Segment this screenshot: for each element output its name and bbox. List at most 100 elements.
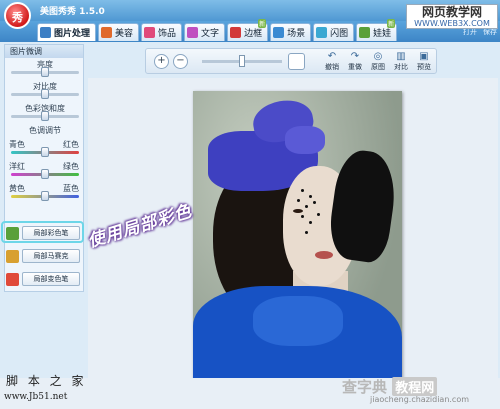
slider-row-0: 亮度 [5, 58, 83, 80]
tool-button-2[interactable]: ◎ 原图 [368, 51, 388, 72]
tool-button-4[interactable]: ▣ 预览 [414, 51, 434, 72]
app-logo: 秀 [4, 2, 31, 29]
color-right-label: 蓝色 [63, 184, 79, 193]
feature-button-label: 局部马赛克 [22, 249, 80, 263]
feature-button-label: 局部变色笔 [22, 272, 80, 286]
watermark-bottom-right-url: jiaocheng.chazidian.com [370, 395, 470, 404]
tool-icon: ▣ [419, 51, 429, 62]
brush-icon [6, 226, 19, 240]
tab-icon [359, 27, 371, 38]
color-left-label: 洋红 [9, 162, 25, 171]
color-slider-knob[interactable] [41, 147, 49, 157]
photo-dot [301, 189, 304, 192]
feature-button-1[interactable]: 局部马赛克 [6, 248, 80, 264]
color-slider-group: 青色 红色洋红 绿色黄色 蓝色 [5, 138, 83, 204]
photo-lips [315, 251, 333, 259]
watermark-bottom-right: 查字典 教程网 [342, 376, 438, 397]
photo-collar [253, 296, 343, 346]
tab-3[interactable]: 文字 [184, 23, 226, 41]
tool-icon: ↷ [350, 51, 360, 62]
tab-label: 美容 [115, 29, 134, 39]
photo-dot [313, 201, 316, 204]
color-slider-knob[interactable] [41, 191, 49, 201]
feature-button-2[interactable]: 局部变色笔 [6, 271, 80, 287]
photo-dot [297, 199, 300, 202]
tab-label: 饰品 [158, 29, 177, 39]
brush-icon [6, 272, 19, 286]
photo-dot [309, 221, 312, 224]
tab-list: 图片处理 美容 饰品 文字 边框新 场景 闪图 娃娃新 [37, 19, 398, 41]
tab-label: 文字 [201, 29, 220, 39]
photo-dot [305, 205, 308, 208]
slider-knob[interactable] [41, 111, 49, 121]
watermark-top: 网页教学网 WWW.WEB3X.COM [406, 4, 498, 29]
feature-button-0[interactable]: 局部彩色笔 [6, 225, 80, 241]
color-left-label: 青色 [9, 140, 25, 149]
color-left-label: 黄色 [9, 184, 25, 193]
tool-button-1[interactable]: ↷ 重做 [345, 51, 365, 72]
photo-dot [301, 215, 304, 218]
watermark-top-line2: WWW.WEB3X.COM [414, 19, 490, 28]
tool-label: 重做 [348, 63, 362, 71]
photo-dot [305, 231, 308, 234]
slider-group: 亮度 对比度 色彩饱和度 [5, 58, 83, 124]
watermark-top-line1: 网页教学网 [421, 5, 482, 19]
color-row-2: 黄色 蓝色 [5, 182, 83, 204]
photo-eye [293, 209, 303, 213]
color-right-label: 红色 [63, 140, 79, 149]
tab-2[interactable]: 饰品 [141, 23, 183, 41]
tab-label: 场景 [287, 29, 306, 39]
watermark-right-badge: 教程网 [392, 377, 438, 396]
feature-button-label: 局部彩色笔 [22, 226, 80, 240]
image-toolbar: + − ↶ 撤销 ↷ 重做 ◎ 原图 ▥ 对比 ▣ 预览 [145, 48, 437, 74]
photo-hat-bow [285, 126, 325, 154]
photo-canvas[interactable] [193, 91, 402, 400]
tab-4[interactable]: 边框新 [227, 19, 269, 41]
tab-icon [101, 27, 113, 38]
zoom-out-icon: − [176, 55, 185, 66]
slider-knob[interactable] [41, 89, 49, 99]
watermark-bottom-left: 脚 本 之 家 [6, 374, 87, 388]
tab-icon [316, 27, 328, 38]
tool-button-0[interactable]: ↶ 撤销 [322, 51, 342, 72]
panel-title: 图片微调 [5, 45, 83, 58]
tab-icon [144, 27, 156, 38]
color-row-0: 青色 红色 [5, 138, 83, 160]
tab-icon [273, 27, 285, 38]
tool-label: 撤销 [325, 63, 339, 71]
zoom-slider-knob[interactable] [239, 55, 245, 67]
tab-1[interactable]: 美容 [98, 23, 140, 41]
color-row-1: 洋红 绿色 [5, 160, 83, 182]
slider-row-1: 对比度 [5, 80, 83, 102]
tab-6[interactable]: 闪图 [313, 23, 355, 41]
watermark-bottom-left-url: www.Jb51.net [4, 392, 68, 402]
zoom-in-icon: + [157, 55, 166, 66]
zoom-out-button[interactable]: − [173, 54, 188, 69]
logo-text: 秀 [12, 11, 23, 24]
brush-icon [6, 249, 19, 263]
photo-dot [317, 213, 320, 216]
app-title: 美图秀秀 1.5.0 [40, 7, 105, 17]
slider-row-2: 色彩饱和度 [5, 102, 83, 124]
tool-button-3[interactable]: ▥ 对比 [391, 51, 411, 72]
tab-icon [187, 27, 199, 38]
tab-0[interactable]: 图片处理 [37, 23, 97, 41]
new-badge: 新 [387, 19, 396, 28]
tab-5[interactable]: 场景 [270, 23, 312, 41]
watermark-right-text: 查字典 [342, 378, 388, 396]
fit-screen-button[interactable] [288, 53, 305, 70]
color-right-label: 绿色 [63, 162, 79, 171]
new-badge: 新 [258, 19, 267, 28]
zoom-in-button[interactable]: + [154, 54, 169, 69]
tab-label: 闪图 [330, 29, 349, 39]
tool-label: 对比 [394, 63, 408, 71]
tab-7[interactable]: 娃娃新 [356, 19, 398, 41]
color-title: 色调调节 [29, 126, 61, 135]
tool-label: 预览 [417, 63, 431, 71]
tab-label: 图片处理 [54, 29, 91, 39]
color-slider-knob[interactable] [41, 169, 49, 179]
slider-knob[interactable] [41, 67, 49, 77]
color-title-row: 色调调节 [5, 124, 83, 138]
photo-dot [309, 195, 312, 198]
tool-icon: ▥ [396, 51, 406, 62]
